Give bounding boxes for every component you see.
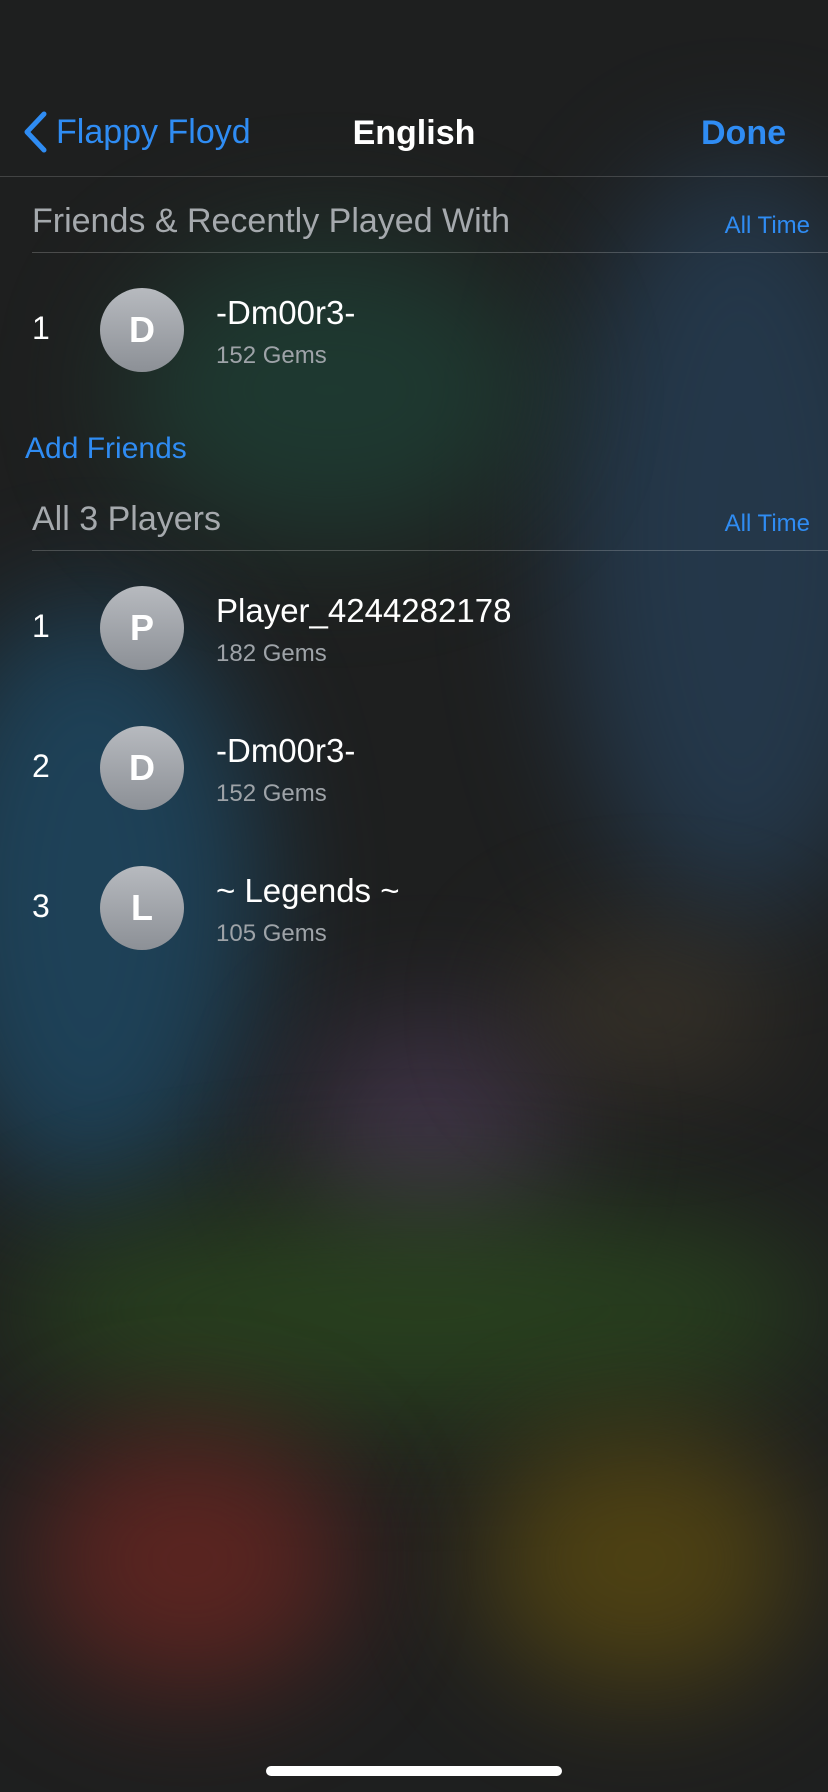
friends-time-filter[interactable]: All Time bbox=[725, 212, 810, 240]
avatar: D bbox=[100, 288, 184, 372]
player-name: ~ Legends ~ bbox=[216, 872, 400, 909]
player-rank: 1 bbox=[32, 310, 50, 346]
avatar: P bbox=[100, 586, 184, 670]
player-name: -Dm00r3- bbox=[216, 732, 356, 769]
player-name: -Dm00r3- bbox=[216, 294, 356, 331]
avatar-initial: D bbox=[129, 309, 155, 350]
player-score: 152 Gems bbox=[216, 342, 327, 369]
all-players-section-header: All 3 Players All Time bbox=[32, 490, 828, 551]
avatar-initial: L bbox=[131, 887, 153, 928]
player-score: 105 Gems bbox=[216, 920, 327, 947]
leaderboard-row[interactable]: 1 P Player_4244282178 182 Gems bbox=[0, 556, 828, 696]
navigation-bar: Flappy Floyd English Done bbox=[0, 96, 828, 177]
friends-section-header: Friends & Recently Played With All Time bbox=[32, 192, 828, 253]
player-score: 152 Gems bbox=[216, 780, 327, 807]
player-rank: 1 bbox=[32, 608, 50, 644]
done-button[interactable]: Done bbox=[701, 114, 786, 153]
player-rank: 2 bbox=[32, 748, 50, 784]
add-friends-button[interactable]: Add Friends bbox=[25, 432, 187, 466]
all-players-section-title: All 3 Players bbox=[32, 500, 221, 538]
friends-section-title: Friends & Recently Played With bbox=[32, 202, 511, 240]
avatar-initial: P bbox=[129, 607, 154, 648]
leaderboard-row[interactable]: 3 L ~ Legends ~ 105 Gems bbox=[0, 836, 828, 976]
leaderboard-row[interactable]: 1 D -Dm00r3- 152 Gems bbox=[0, 258, 828, 398]
avatar-initial: D bbox=[129, 747, 155, 788]
all-players-time-filter[interactable]: All Time bbox=[725, 510, 810, 538]
avatar: L bbox=[100, 866, 184, 950]
player-name: Player_4244282178 bbox=[216, 592, 512, 629]
player-rank: 3 bbox=[32, 888, 50, 924]
player-score: 182 Gems bbox=[216, 640, 327, 667]
leaderboard-row[interactable]: 2 D -Dm00r3- 152 Gems bbox=[0, 696, 828, 836]
avatar: D bbox=[100, 726, 184, 810]
home-indicator[interactable] bbox=[266, 1766, 562, 1776]
